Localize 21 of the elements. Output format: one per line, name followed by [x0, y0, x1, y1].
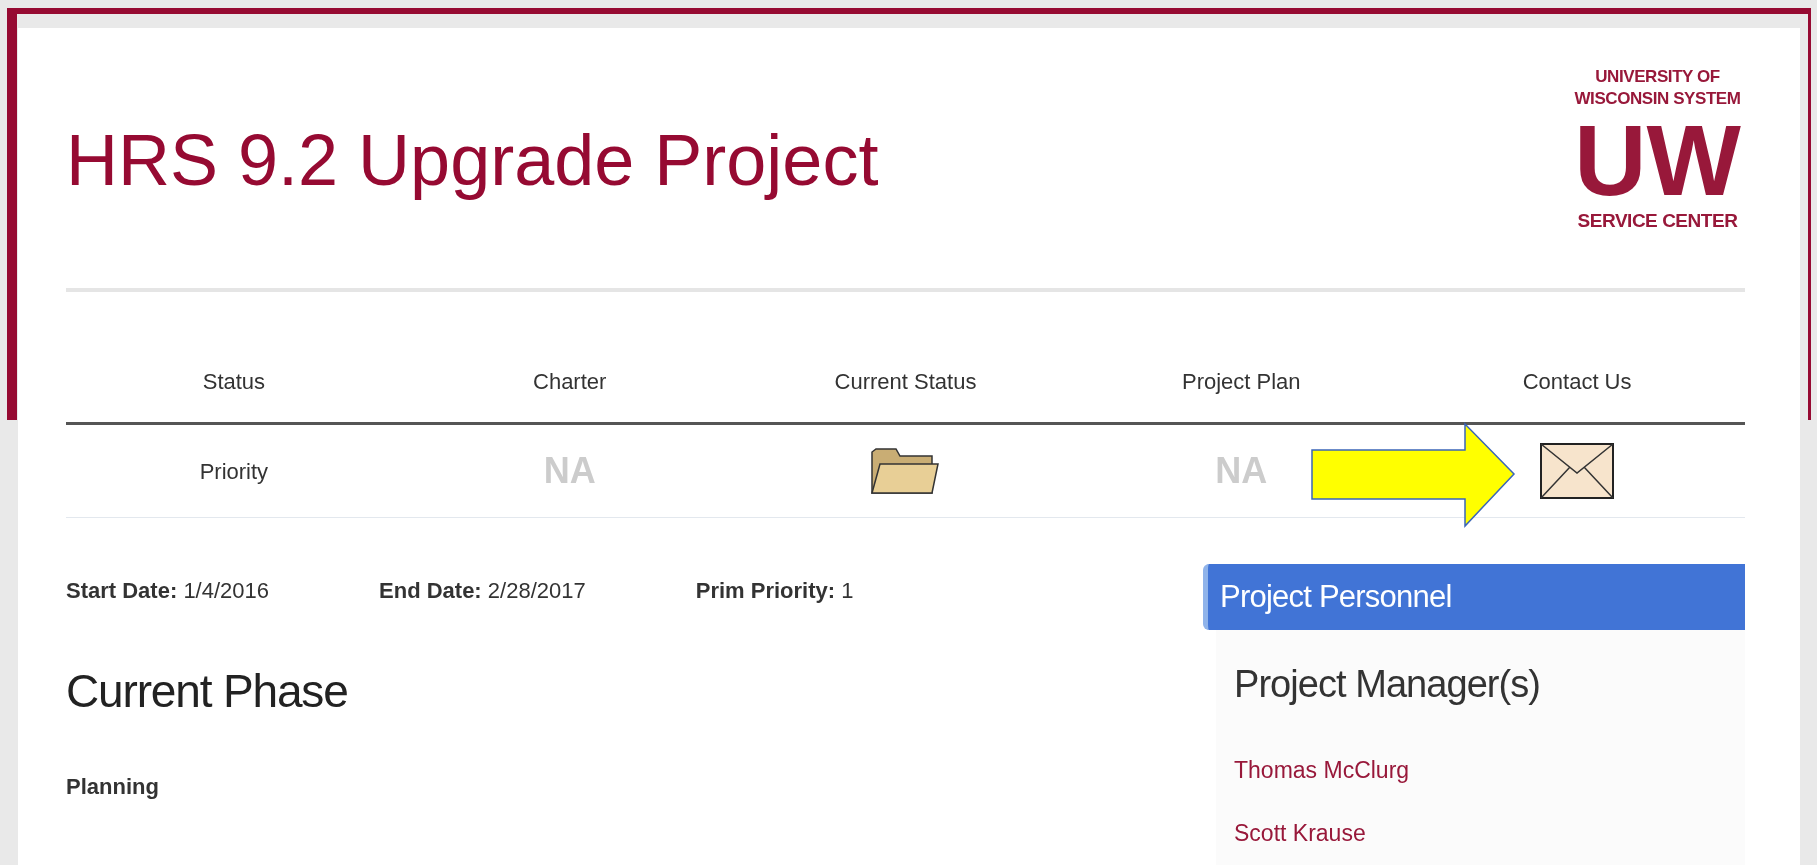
fact-text: Start Date: 1/4/2016 — [66, 577, 269, 605]
row-label: Priority — [199, 457, 269, 486]
logo-text: SERVICE CENTER — [1577, 210, 1738, 232]
phase-text: Planning — [66, 773, 160, 801]
column-header: Project Plan — [1180, 367, 1302, 396]
envelope-icon[interactable] — [1540, 443, 1615, 499]
folder-icon[interactable] — [870, 446, 941, 496]
logo-mark: UW — [1574, 110, 1741, 210]
section-heading: Current Phase — [66, 664, 349, 719]
column-header: Current Status — [833, 367, 978, 396]
column-header: Contact Us — [1521, 367, 1633, 396]
person-link[interactable]: Scott Krause — [1234, 815, 1366, 850]
column-header: Charter — [532, 367, 608, 396]
logo-text: WISCONSIN SYSTEM — [1574, 88, 1741, 110]
panel-heading: Project Manager(s) — [1234, 662, 1541, 707]
fact-text: Prim Priority: 1 — [695, 577, 854, 605]
fact-text: End Date: 2/28/2017 — [379, 577, 586, 605]
panel-header: Project Personnel — [1203, 564, 1745, 630]
column-header: Status — [201, 367, 267, 396]
person-link[interactable]: Thomas McClurg — [1234, 753, 1410, 788]
logo-text: UNIVERSITY OF — [1595, 66, 1720, 88]
